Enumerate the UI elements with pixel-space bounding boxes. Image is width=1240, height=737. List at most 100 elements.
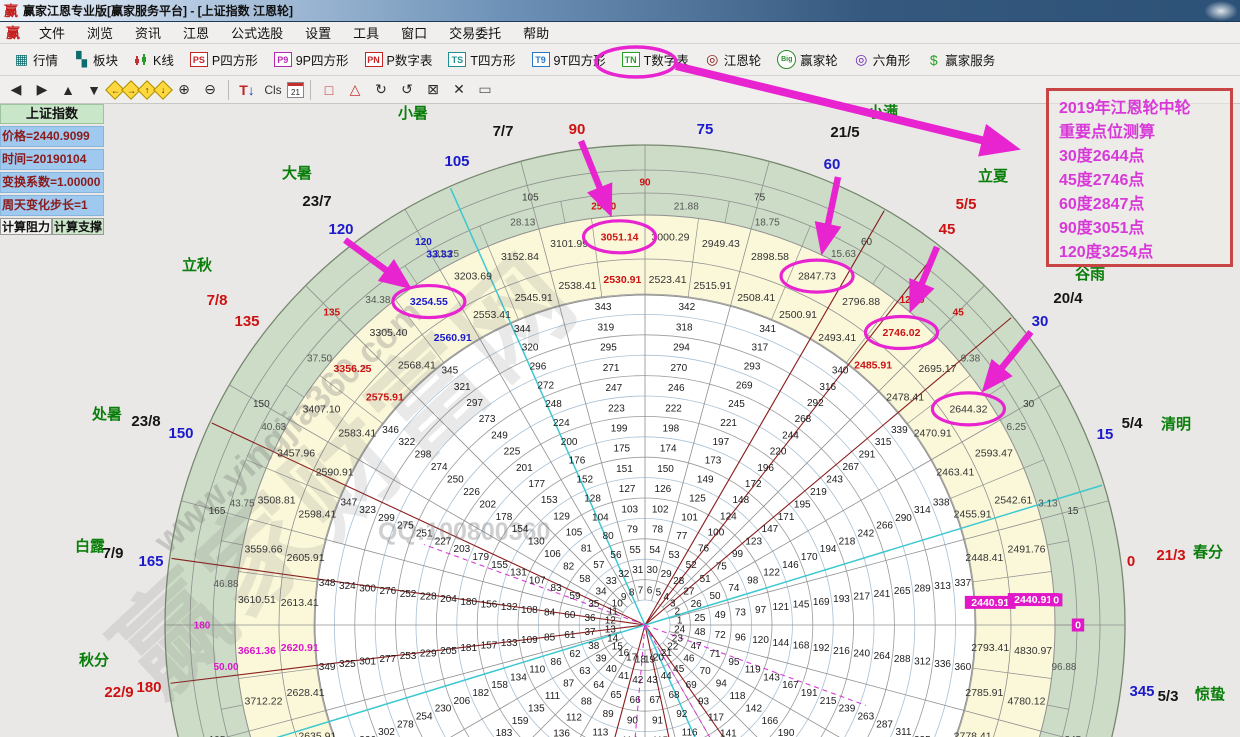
rim-label: 立秋 bbox=[182, 256, 213, 274]
svg-text:252: 252 bbox=[400, 589, 417, 600]
fit-box-button[interactable]: ⊠ bbox=[421, 78, 445, 101]
svg-text:180: 180 bbox=[194, 621, 211, 632]
svg-text:135: 135 bbox=[323, 307, 340, 318]
t-shift-button[interactable]: T↓ bbox=[235, 78, 259, 101]
toolbar-label: P数字表 bbox=[387, 50, 433, 69]
svg-text:171: 171 bbox=[778, 512, 795, 523]
svg-text:217: 217 bbox=[853, 591, 870, 602]
menu-item-5[interactable]: 设置 bbox=[294, 23, 342, 42]
pan-down-button[interactable]: ↓ bbox=[153, 80, 173, 100]
svg-text:54: 54 bbox=[649, 545, 661, 556]
svg-text:146: 146 bbox=[782, 560, 799, 571]
rim-label: 7/7 bbox=[493, 123, 514, 140]
9t-square-button[interactable]: T99T四方形 bbox=[524, 47, 614, 73]
menu-item-2[interactable]: 资讯 bbox=[124, 23, 172, 42]
menu-item-8[interactable]: 交易委托 bbox=[438, 23, 512, 42]
svg-text:3: 3 bbox=[670, 599, 676, 610]
zoom-out-button[interactable]: ⊖ bbox=[198, 78, 222, 101]
select-box-button[interactable]: ▭ bbox=[473, 78, 497, 101]
svg-text:37.50: 37.50 bbox=[307, 353, 332, 364]
svg-text:75: 75 bbox=[754, 193, 766, 204]
menu-item-9[interactable]: 帮助 bbox=[512, 23, 560, 42]
menu-item-7[interactable]: 窗口 bbox=[390, 23, 438, 42]
svg-text:196: 196 bbox=[757, 463, 774, 474]
svg-text:148: 148 bbox=[732, 495, 749, 506]
svg-text:55: 55 bbox=[630, 545, 642, 556]
draw-triangle-button[interactable]: △ bbox=[343, 78, 367, 101]
nav-down-button[interactable]: ▼ bbox=[82, 78, 106, 101]
kline-button[interactable]: K线 bbox=[126, 47, 182, 73]
svg-text:25.00: 25.00 bbox=[591, 202, 616, 213]
svg-text:35: 35 bbox=[588, 599, 600, 610]
svg-text:3203.69: 3203.69 bbox=[454, 271, 492, 283]
calendar-button[interactable]: 21 bbox=[287, 82, 304, 98]
svg-text:46.88: 46.88 bbox=[214, 579, 239, 590]
center-cross-button[interactable]: ✕ bbox=[447, 78, 471, 101]
svg-text:191: 191 bbox=[801, 688, 818, 699]
t-table-button[interactable]: TNT数字表 bbox=[614, 47, 697, 73]
svg-text:228: 228 bbox=[420, 591, 437, 602]
rotate-cw-button[interactable]: ↻ bbox=[369, 78, 393, 101]
svg-text:100: 100 bbox=[708, 527, 725, 538]
cls-button[interactable]: Cls bbox=[261, 78, 285, 101]
rim-label: 22/9 bbox=[104, 684, 133, 701]
svg-text:317: 317 bbox=[752, 343, 769, 354]
svg-text:40.63: 40.63 bbox=[261, 422, 286, 433]
rim-label: 21/5 bbox=[830, 124, 859, 141]
hexagon-button[interactable]: ◎六角形 bbox=[846, 47, 919, 73]
svg-text:2644.32: 2644.32 bbox=[949, 403, 987, 415]
svg-text:45: 45 bbox=[673, 664, 685, 675]
toolbar-label: 行情 bbox=[33, 50, 58, 69]
svg-text:316: 316 bbox=[819, 382, 836, 393]
svg-text:89: 89 bbox=[603, 709, 615, 720]
svg-text:50: 50 bbox=[709, 591, 721, 602]
svg-text:289: 289 bbox=[914, 583, 931, 594]
menu-item-0[interactable]: 文件 bbox=[28, 23, 76, 42]
svg-text:2485.91: 2485.91 bbox=[854, 359, 892, 371]
titlebar-glow bbox=[1204, 1, 1238, 21]
svg-text:269: 269 bbox=[736, 380, 753, 391]
menu-item-3[interactable]: 江恩 bbox=[172, 23, 220, 42]
svg-text:144: 144 bbox=[772, 638, 789, 649]
svg-text:2470.91: 2470.91 bbox=[914, 427, 952, 439]
draw-rect-button[interactable]: □ bbox=[317, 78, 341, 101]
quotes-button[interactable]: ▦行情 bbox=[6, 47, 66, 73]
svg-text:192: 192 bbox=[813, 643, 830, 654]
menu-item-1[interactable]: 浏览 bbox=[76, 23, 124, 42]
svg-text:172: 172 bbox=[745, 479, 762, 490]
svg-text:5: 5 bbox=[656, 588, 662, 599]
svg-text:33.33: 33.33 bbox=[426, 249, 452, 261]
zoom-in-button[interactable]: ⊕ bbox=[172, 78, 196, 101]
calc-support-button[interactable]: 计算支撑 bbox=[52, 218, 104, 235]
gann-wheel-button[interactable]: ◎江恩轮 bbox=[697, 47, 770, 73]
menu-item-6[interactable]: 工具 bbox=[342, 23, 390, 42]
9p-square-button[interactable]: P99P四方形 bbox=[266, 47, 357, 73]
svg-text:2542.61: 2542.61 bbox=[994, 494, 1032, 506]
winner-service-button[interactable]: $赢家服务 bbox=[918, 47, 1003, 73]
nav-up-button[interactable]: ▲ bbox=[56, 78, 80, 101]
nav-back-button[interactable]: ◀ bbox=[4, 78, 28, 101]
svg-text:132: 132 bbox=[501, 602, 518, 613]
svg-text:34: 34 bbox=[595, 586, 607, 597]
t-table-icon: TN bbox=[622, 52, 640, 67]
svg-text:337: 337 bbox=[955, 578, 972, 589]
calc-resistance-button[interactable]: 计算阻力 bbox=[0, 218, 52, 235]
nav-forward-button[interactable]: ▶ bbox=[30, 78, 54, 101]
toolbar-label: T四方形 bbox=[470, 50, 515, 69]
svg-text:4780.12: 4780.12 bbox=[1008, 695, 1046, 707]
t-square-button[interactable]: TST四方形 bbox=[440, 47, 523, 73]
svg-text:345: 345 bbox=[441, 366, 458, 377]
svg-text:2949.43: 2949.43 bbox=[702, 238, 740, 250]
svg-text:3356.25: 3356.25 bbox=[334, 363, 372, 375]
menu-item-4[interactable]: 公式选股 bbox=[220, 23, 294, 42]
winner-wheel-button[interactable]: Big赢家轮 bbox=[769, 47, 846, 73]
svg-text:77: 77 bbox=[676, 531, 688, 542]
svg-text:339: 339 bbox=[891, 425, 908, 436]
svg-text:168: 168 bbox=[793, 641, 810, 652]
rotate-ccw-button[interactable]: ↺ bbox=[395, 78, 419, 101]
sectors-button[interactable]: ▚板块 bbox=[66, 47, 126, 73]
p-square-button[interactable]: PSP四方形 bbox=[182, 47, 266, 73]
svg-text:87: 87 bbox=[563, 679, 575, 690]
rim-label: 谷雨 bbox=[1075, 266, 1105, 283]
p-table-button[interactable]: PNP数字表 bbox=[357, 47, 441, 73]
